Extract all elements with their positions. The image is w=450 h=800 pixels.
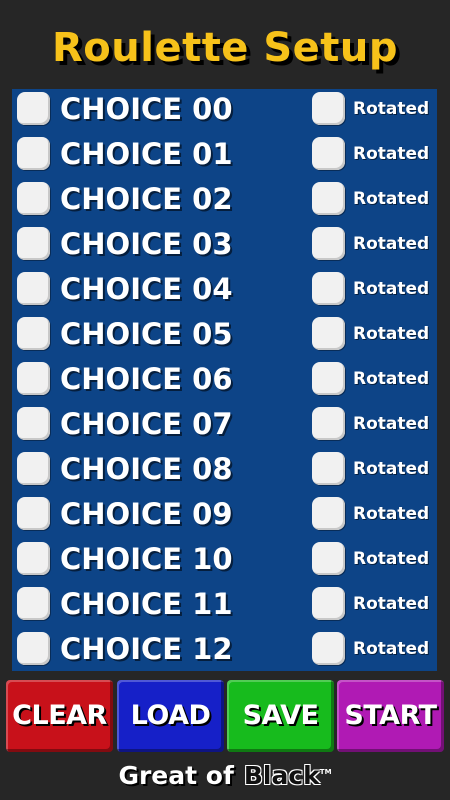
rotated-checkbox-09[interactable]: [312, 497, 345, 530]
choice-row-12: CHOICE 12 Rotated: [12, 629, 437, 674]
rotated-label-08: Rotated: [353, 459, 430, 479]
brand-footer: Great of BlackTM: [0, 758, 450, 794]
choice-label-07: CHOICE 07: [60, 407, 233, 441]
choice-label-10: CHOICE 10: [60, 542, 233, 576]
rotated-label-11: Rotated: [353, 594, 430, 614]
choice-label-09: CHOICE 09: [60, 497, 233, 531]
rotated-checkbox-00[interactable]: [312, 92, 345, 125]
page-title: Roulette Setup: [51, 25, 399, 71]
choice-label-04: CHOICE 04: [60, 272, 233, 306]
choice-row-01: CHOICE 01 Rotated: [12, 134, 437, 179]
choice-row-00: CHOICE 00 Rotated: [12, 89, 437, 134]
choice-checkbox-08[interactable]: [17, 452, 50, 485]
choice-row-10: CHOICE 10 Rotated: [12, 539, 437, 584]
choice-row-08: CHOICE 08 Rotated: [12, 449, 437, 494]
rotated-label-09: Rotated: [353, 504, 430, 524]
start-button[interactable]: START: [337, 680, 444, 752]
choice-label-11: CHOICE 11: [60, 587, 233, 621]
choice-label-08: CHOICE 08: [60, 452, 233, 486]
rotated-label-03: Rotated: [353, 234, 430, 254]
rotated-checkbox-02[interactable]: [312, 182, 345, 215]
choice-label-01: CHOICE 01: [60, 137, 233, 171]
choice-row-09: CHOICE 09 Rotated: [12, 494, 437, 539]
load-button[interactable]: LOAD: [117, 680, 224, 752]
rotated-label-01: Rotated: [353, 144, 430, 164]
rotated-label-02: Rotated: [353, 189, 430, 209]
clear-button[interactable]: CLEAR: [6, 680, 113, 752]
choice-label-00: CHOICE 00: [60, 92, 233, 126]
rotated-checkbox-12[interactable]: [312, 632, 345, 665]
rotated-label-07: Rotated: [353, 414, 430, 434]
choice-checkbox-07[interactable]: [17, 407, 50, 440]
rotated-checkbox-03[interactable]: [312, 227, 345, 260]
rotated-label-12: Rotated: [353, 639, 430, 659]
save-button[interactable]: SAVE: [227, 680, 334, 752]
choice-checkbox-00[interactable]: [17, 92, 50, 125]
rotated-label-06: Rotated: [353, 369, 430, 389]
choice-checkbox-01[interactable]: [17, 137, 50, 170]
choice-checkbox-06[interactable]: [17, 362, 50, 395]
choice-label-06: CHOICE 06: [60, 362, 233, 396]
choice-checkbox-09[interactable]: [17, 497, 50, 530]
choice-label-02: CHOICE 02: [60, 182, 233, 216]
choice-checkbox-05[interactable]: [17, 317, 50, 350]
rotated-label-00: Rotated: [353, 99, 430, 119]
choice-row-11: CHOICE 11 Rotated: [12, 584, 437, 629]
rotated-label-10: Rotated: [353, 549, 430, 569]
rotated-checkbox-04[interactable]: [312, 272, 345, 305]
choice-checkbox-04[interactable]: [17, 272, 50, 305]
choice-row-06: CHOICE 06 Rotated: [12, 359, 437, 404]
choice-row-04: CHOICE 04 Rotated: [12, 269, 437, 314]
choice-label-05: CHOICE 05: [60, 317, 233, 351]
choice-row-02: CHOICE 02 Rotated: [12, 179, 437, 224]
choice-checkbox-11[interactable]: [17, 587, 50, 620]
rotated-checkbox-06[interactable]: [312, 362, 345, 395]
choice-row-03: CHOICE 03 Rotated: [12, 224, 437, 269]
brand-name-part2: Black: [243, 761, 320, 790]
rotated-checkbox-08[interactable]: [312, 452, 345, 485]
choice-label-03: CHOICE 03: [60, 227, 233, 261]
rotated-label-04: Rotated: [353, 279, 430, 299]
choice-row-05: CHOICE 05 Rotated: [12, 314, 437, 359]
choice-checkbox-03[interactable]: [17, 227, 50, 260]
trademark-mark: TM: [319, 768, 332, 776]
brand-name-part1: Great of: [118, 761, 234, 790]
rotated-label-05: Rotated: [353, 324, 430, 344]
choices-panel: CHOICE 00 Rotated CHOICE 01 Rotated CHOI…: [12, 89, 437, 671]
rotated-checkbox-01[interactable]: [312, 137, 345, 170]
choice-checkbox-10[interactable]: [17, 542, 50, 575]
choice-row-07: CHOICE 07 Rotated: [12, 404, 437, 449]
choice-checkbox-02[interactable]: [17, 182, 50, 215]
rotated-checkbox-10[interactable]: [312, 542, 345, 575]
choice-label-12: CHOICE 12: [60, 632, 233, 666]
choice-checkbox-12[interactable]: [17, 632, 50, 665]
rotated-checkbox-05[interactable]: [312, 317, 345, 350]
rotated-checkbox-07[interactable]: [312, 407, 345, 440]
rotated-checkbox-11[interactable]: [312, 587, 345, 620]
roulette-setup-screen: Roulette Setup CHOICE 00 Rotated CHOICE …: [0, 0, 450, 800]
